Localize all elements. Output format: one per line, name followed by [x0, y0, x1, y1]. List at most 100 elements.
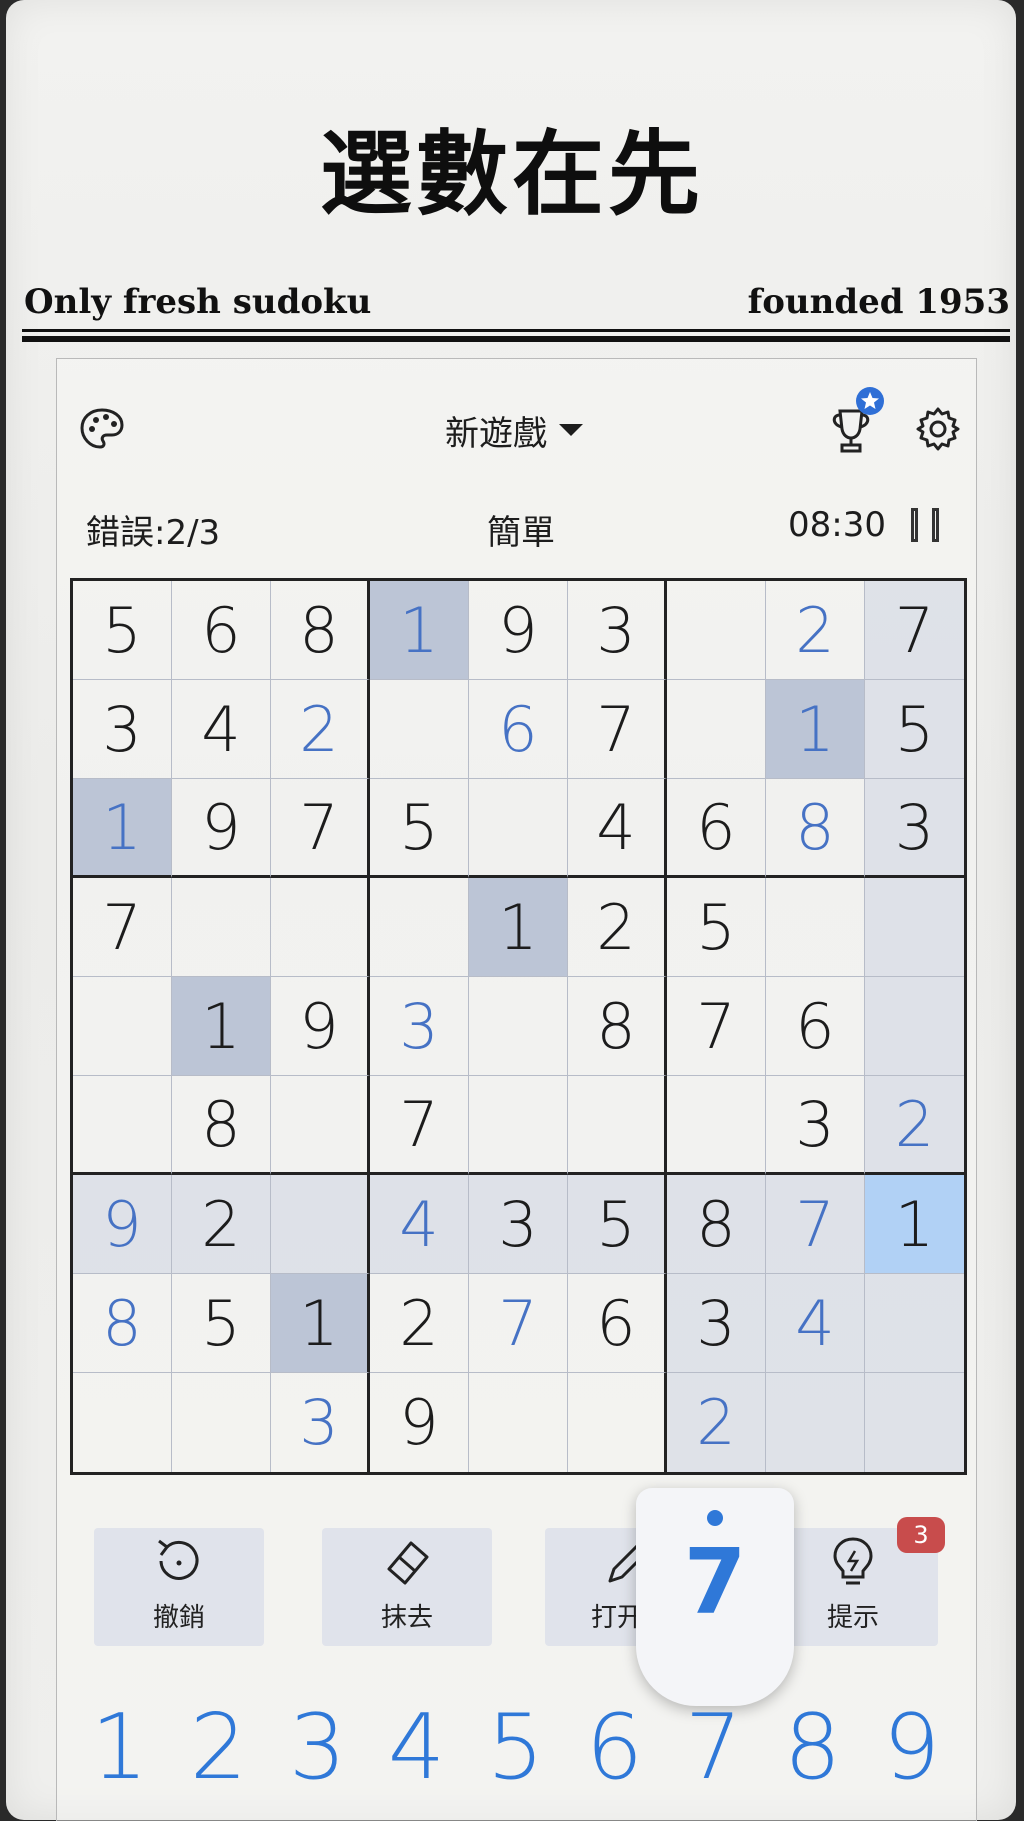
gear-icon[interactable]	[914, 405, 962, 453]
sudoku-cell[interactable]: 7	[568, 680, 667, 779]
sudoku-cell[interactable]: 7	[271, 779, 370, 878]
sudoku-cell[interactable]: 2	[568, 878, 667, 977]
sudoku-cell[interactable]: 1	[172, 977, 271, 1076]
sudoku-cell[interactable]: 5	[172, 1274, 271, 1373]
sudoku-cell[interactable]: 1	[469, 878, 568, 977]
sudoku-cell[interactable]	[469, 779, 568, 878]
sudoku-cell[interactable]	[667, 1076, 766, 1175]
sudoku-cell[interactable]: 7	[766, 1175, 865, 1274]
sudoku-cell[interactable]: 3	[73, 680, 172, 779]
numpad-key-7[interactable]: 7	[664, 1698, 763, 1798]
sudoku-cell[interactable]	[766, 878, 865, 977]
sudoku-cell[interactable]: 9	[370, 1373, 469, 1472]
numpad-key-3[interactable]: 3	[268, 1698, 367, 1798]
sudoku-cell[interactable]	[865, 977, 964, 1076]
sudoku-cell[interactable]: 7	[73, 878, 172, 977]
sudoku-cell[interactable]	[370, 878, 469, 977]
sudoku-cell[interactable]: 1	[271, 1274, 370, 1373]
sudoku-cell[interactable]	[469, 1373, 568, 1472]
pause-icon[interactable]	[908, 506, 948, 546]
sudoku-cell[interactable]	[865, 1274, 964, 1373]
sudoku-cell[interactable]: 1	[865, 1175, 964, 1274]
sudoku-cell[interactable]	[568, 1373, 667, 1472]
new-game-dropdown[interactable]: 新遊戲	[445, 405, 583, 455]
sudoku-cell[interactable]	[73, 977, 172, 1076]
sudoku-cell[interactable]: 8	[766, 779, 865, 878]
sudoku-cell[interactable]: 4	[766, 1274, 865, 1373]
sudoku-cell[interactable]: 1	[766, 680, 865, 779]
sudoku-cell[interactable]: 6	[568, 1274, 667, 1373]
sudoku-cell[interactable]: 2	[667, 1373, 766, 1472]
sudoku-cell[interactable]: 5	[865, 680, 964, 779]
sudoku-cell[interactable]: 2	[271, 680, 370, 779]
sudoku-cell[interactable]	[172, 878, 271, 977]
sudoku-cell[interactable]: 2	[370, 1274, 469, 1373]
numpad-key-6[interactable]: 6	[565, 1698, 664, 1798]
sudoku-cell[interactable]: 3	[865, 779, 964, 878]
sudoku-cell[interactable]: 7	[370, 1076, 469, 1175]
trophy-icon[interactable]	[826, 385, 888, 455]
sudoku-cell[interactable]: 3	[370, 977, 469, 1076]
sudoku-cell[interactable]: 6	[172, 581, 271, 680]
sudoku-cell[interactable]: 7	[865, 581, 964, 680]
numpad-key-9[interactable]: 9	[862, 1698, 961, 1798]
numpad-key-1[interactable]: 1	[70, 1698, 169, 1798]
sudoku-cell[interactable]	[865, 1373, 964, 1472]
palette-icon[interactable]	[78, 405, 126, 453]
sudoku-cell[interactable]: 5	[568, 1175, 667, 1274]
sudoku-cell[interactable]: 5	[73, 581, 172, 680]
numpad-key-4[interactable]: 4	[367, 1698, 466, 1798]
sudoku-cell[interactable]: 1	[370, 581, 469, 680]
sudoku-cell[interactable]	[73, 1076, 172, 1175]
sudoku-cell[interactable]: 7	[667, 977, 766, 1076]
sudoku-cell[interactable]: 3	[568, 581, 667, 680]
sudoku-cell[interactable]	[766, 1373, 865, 1472]
sudoku-cell[interactable]: 9	[271, 977, 370, 1076]
timer: 08:30	[788, 505, 886, 545]
sudoku-cell[interactable]: 5	[667, 878, 766, 977]
sudoku-cell[interactable]: 8	[172, 1076, 271, 1175]
sudoku-cell[interactable]: 3	[271, 1373, 370, 1472]
sudoku-cell[interactable]	[370, 680, 469, 779]
sudoku-cell[interactable]	[469, 1076, 568, 1175]
sudoku-cell[interactable]: 6	[667, 779, 766, 878]
sudoku-grid: 5681932734267151975468371251938768732924…	[70, 578, 967, 1475]
sudoku-cell[interactable]: 2	[172, 1175, 271, 1274]
sudoku-cell[interactable]: 9	[469, 581, 568, 680]
sudoku-cell[interactable]	[469, 977, 568, 1076]
sudoku-cell[interactable]: 6	[766, 977, 865, 1076]
sudoku-cell[interactable]	[172, 1373, 271, 1472]
undo-button[interactable]: 撤銷	[94, 1528, 264, 1646]
sudoku-cell[interactable]: 3	[667, 1274, 766, 1373]
sudoku-cell[interactable]: 8	[271, 581, 370, 680]
sudoku-cell[interactable]: 3	[766, 1076, 865, 1175]
sudoku-cell[interactable]	[667, 680, 766, 779]
divider-thin	[22, 329, 1010, 332]
numpad-key-2[interactable]: 2	[169, 1698, 268, 1798]
numpad-key-5[interactable]: 5	[466, 1698, 565, 1798]
sudoku-cell[interactable]	[568, 1076, 667, 1175]
sudoku-cell[interactable]	[667, 581, 766, 680]
sudoku-cell[interactable]: 2	[865, 1076, 964, 1175]
sudoku-cell[interactable]: 4	[568, 779, 667, 878]
sudoku-cell[interactable]: 5	[370, 779, 469, 878]
sudoku-cell[interactable]: 2	[766, 581, 865, 680]
sudoku-cell[interactable]: 1	[73, 779, 172, 878]
sudoku-cell[interactable]: 8	[73, 1274, 172, 1373]
sudoku-cell[interactable]	[73, 1373, 172, 1472]
sudoku-cell[interactable]: 9	[172, 779, 271, 878]
sudoku-cell[interactable]: 4	[172, 680, 271, 779]
numpad-key-8[interactable]: 8	[763, 1698, 862, 1798]
sudoku-cell[interactable]	[865, 878, 964, 977]
sudoku-cell[interactable]	[271, 1175, 370, 1274]
sudoku-cell[interactable]: 9	[73, 1175, 172, 1274]
sudoku-cell[interactable]	[271, 878, 370, 977]
sudoku-cell[interactable]: 8	[667, 1175, 766, 1274]
sudoku-cell[interactable]: 7	[469, 1274, 568, 1373]
sudoku-cell[interactable]: 8	[568, 977, 667, 1076]
sudoku-cell[interactable]: 4	[370, 1175, 469, 1274]
erase-button[interactable]: 抹去	[322, 1528, 492, 1646]
sudoku-cell[interactable]: 3	[469, 1175, 568, 1274]
sudoku-cell[interactable]: 6	[469, 680, 568, 779]
sudoku-cell[interactable]	[271, 1076, 370, 1175]
